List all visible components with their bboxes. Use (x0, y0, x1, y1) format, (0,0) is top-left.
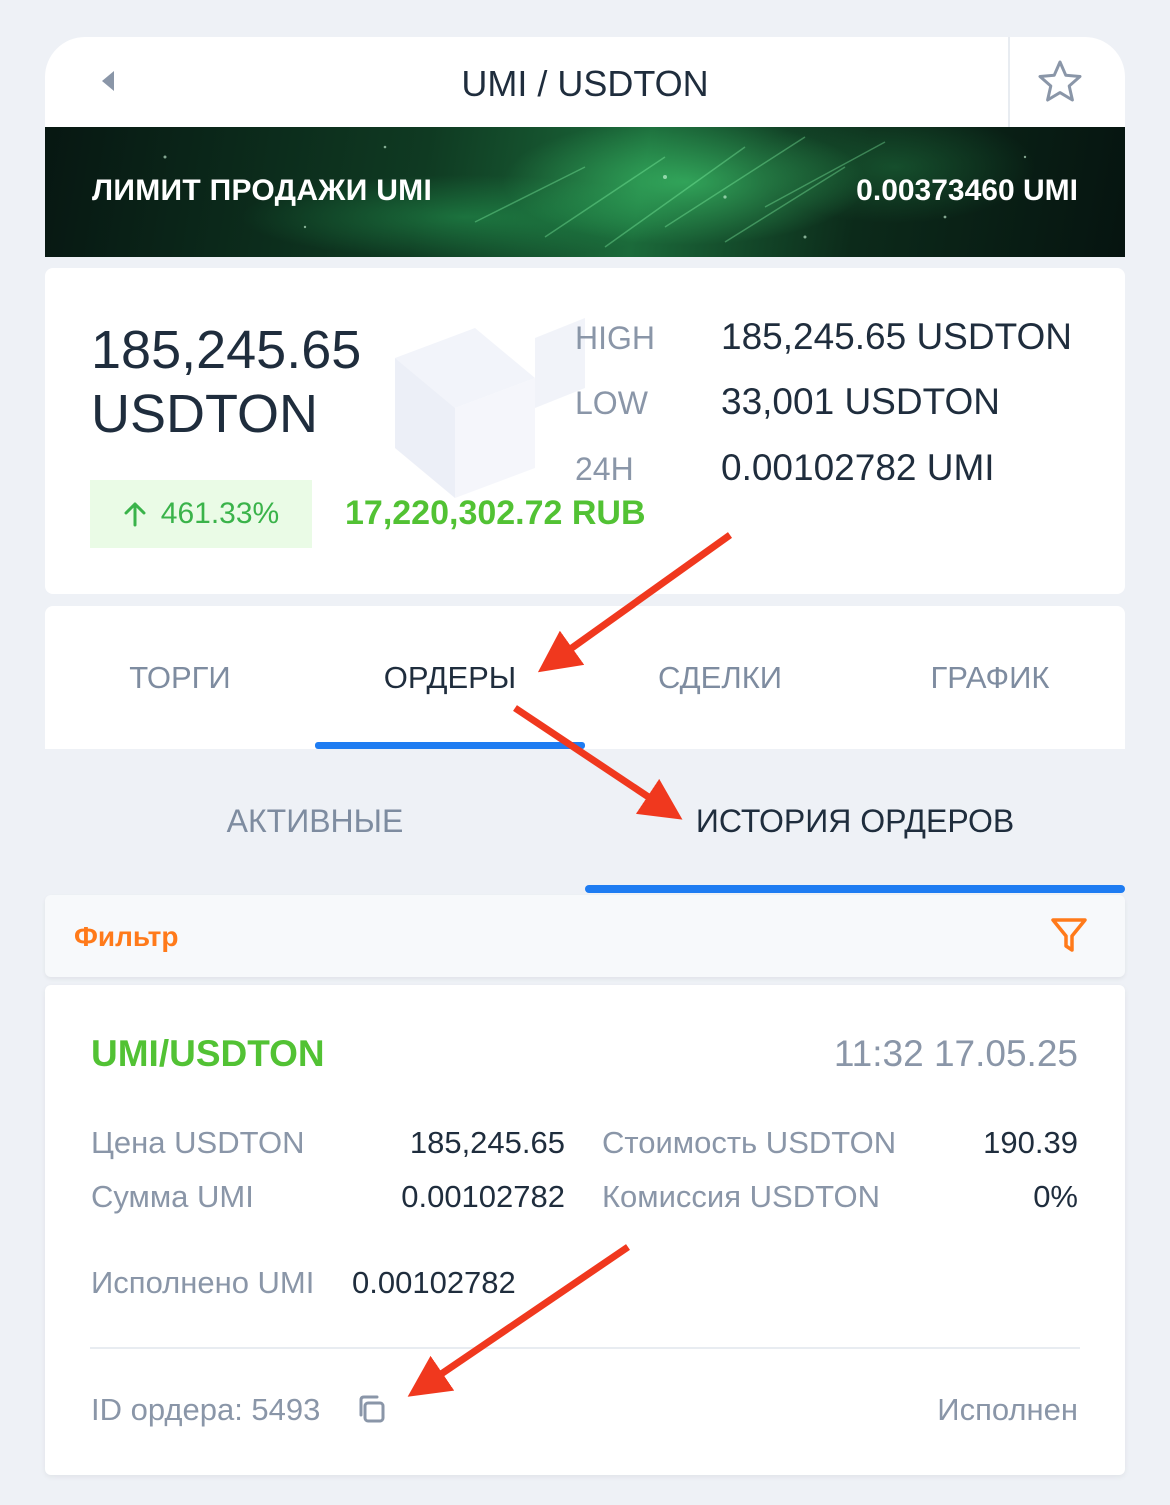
last-price-value: 185,245.65 (91, 320, 362, 380)
orders-subtabs: АКТИВНЫЕ ИСТОРИЯ ОРДЕРОВ (45, 749, 1125, 894)
active-subtab-indicator (585, 885, 1125, 893)
order-cost-value: 190.39 (983, 1125, 1078, 1160)
stat-low-value: 33,001 USDTON (721, 381, 1000, 422)
filter-label: Фильтр (74, 921, 179, 952)
order-fee-value: 0% (1033, 1179, 1078, 1214)
order-amount-value: 0.00102782 (401, 1179, 565, 1214)
tab-deals[interactable]: СДЕЛКИ (585, 606, 855, 749)
order-filled-value: 0.00102782 (352, 1265, 516, 1300)
stat-low-label: LOW (575, 385, 648, 421)
copy-order-id-button[interactable] (355, 1393, 387, 1425)
subtab-active-orders[interactable]: АКТИВНЫЕ (45, 749, 585, 894)
funnel-icon (1051, 918, 1087, 952)
banner-title: ЛИМИТ ПРОДАЖИ UMI (92, 174, 433, 207)
price-change-badge: 461.33% (90, 480, 312, 548)
stat-24h-label: 24H (575, 451, 634, 487)
order-divider (90, 1347, 1080, 1349)
stat-high-value: 185,245.65 USDTON (721, 316, 1073, 357)
banner-value: 0.00373460 UMI (856, 174, 1078, 207)
main-tabs: ТОРГИ ОРДЕРЫ СДЕЛКИ ГРАФИК (45, 606, 1125, 749)
order-price-value: 185,245.65 (409, 1125, 565, 1160)
order-status: Исполнен (937, 1392, 1078, 1427)
last-price-currency: USDTON (91, 384, 319, 444)
tab-orders[interactable]: ОРДЕРЫ (315, 606, 585, 749)
star-icon (1038, 60, 1082, 102)
header-divider (1008, 37, 1010, 127)
filter-bar[interactable]: Фильтр (45, 895, 1125, 977)
price-change-value: 461.33% (160, 497, 280, 530)
rub-value: 17,220,302.72 RUB (345, 494, 646, 532)
filter-button[interactable] (1049, 915, 1089, 955)
tab-chart[interactable]: ГРАФИК (855, 606, 1125, 749)
order-price-label: Цена USDTON (91, 1125, 305, 1160)
active-tab-indicator (315, 742, 585, 749)
stat-24h-value: 0.00102782 UMI (721, 447, 995, 488)
tab-trading[interactable]: ТОРГИ (45, 606, 315, 749)
order-id: ID ордера: 5493 (91, 1392, 321, 1427)
order-cost-label: Стоимость USDTON (602, 1125, 897, 1160)
order-pair: UMI/USDTON (91, 1033, 325, 1074)
subtab-order-history[interactable]: ИСТОРИЯ ОРДЕРОВ (585, 749, 1125, 894)
last-price: 185,245.65 USDTON (91, 318, 361, 446)
order-fee-label: Комиссия USDTON (602, 1179, 880, 1214)
page-header: UMI / USDTON (45, 37, 1125, 127)
stat-high-label: HIGH (575, 320, 655, 356)
arrow-up-icon (124, 502, 146, 527)
decorative-cubes (395, 318, 585, 498)
order-amount-label: Сумма UMI (91, 1179, 254, 1214)
copy-icon (359, 1395, 385, 1423)
favorite-button[interactable] (1035, 57, 1085, 107)
order-history-item: UMI/USDTON 11:32 17.05.25 Цена USDTON 18… (45, 985, 1125, 1475)
page-title: UMI / USDTON (461, 63, 709, 104)
order-time: 11:32 17.05.25 (833, 1033, 1078, 1074)
limit-banner: ЛИМИТ ПРОДАЖИ UMI 0.00373460 UMI (45, 127, 1125, 257)
order-filled-label: Исполнено UMI (91, 1265, 315, 1300)
market-stats-card: 185,245.65 USDTON 461.33% 17,220,302.72 … (45, 268, 1125, 594)
